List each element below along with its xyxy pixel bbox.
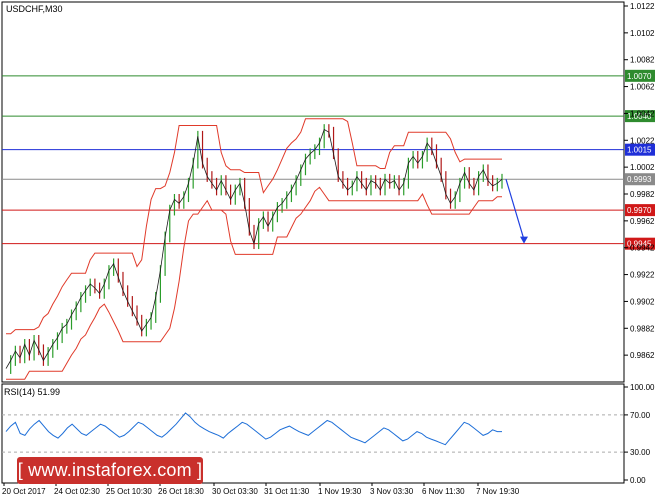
y-tick-label: 0.9982	[630, 190, 655, 199]
chart-title: USDCHF,M30	[6, 4, 63, 14]
rsi-title: RSI(14) 51.99	[4, 387, 60, 397]
x-tick-label: 31 Oct 11:30	[264, 487, 310, 496]
x-tick-label: 3 Nov 03:30	[370, 487, 414, 496]
chart-frame	[1, 1, 625, 484]
y-tick-label: 0.9902	[630, 297, 655, 306]
rsi-y-tick-label: 0.00	[630, 476, 646, 485]
x-tick-label: 30 Oct 03:30	[212, 487, 258, 496]
x-tick-label: 1 Nov 19:30	[318, 487, 362, 496]
y-tick-label: 0.9882	[630, 324, 655, 333]
y-tick-label: 1.0022	[630, 136, 655, 145]
level-label: 1.0070	[627, 72, 652, 81]
rsi-y-tick-label: 70.00	[630, 411, 651, 420]
y-tick-label: 1.0102	[630, 29, 655, 38]
x-axis: 20 Oct 2017 24 Oct 02:30 25 Oct 10:30 26 Oc…	[2, 483, 520, 496]
x-tick-label: 6 Nov 11:30	[422, 487, 465, 496]
y-tick-label: 0.9862	[630, 351, 655, 360]
x-tick-label: 26 Oct 18:30	[158, 487, 204, 496]
y-tick-label: 1.0062	[630, 83, 655, 92]
watermark: [ www.instaforex.com ]	[17, 457, 203, 484]
x-tick-label: 25 Oct 10:30	[106, 487, 152, 496]
rsi-y-tick-label: 30.00	[630, 448, 651, 457]
main-frame	[1, 1, 625, 383]
y-tick-label: 1.0082	[630, 56, 655, 65]
y-tick-label: 0.9922	[630, 271, 655, 280]
y-tick-label: 1.0002	[630, 163, 655, 172]
y-tick-label: 0.9962	[630, 217, 655, 226]
level-label: 0.9970	[627, 206, 652, 215]
level-label: 0.9993	[627, 175, 652, 184]
x-tick-label: 24 Oct 02:30	[54, 487, 100, 496]
rsi-y-tick-label: 100.00	[630, 383, 655, 392]
level-label: 1.0015	[627, 146, 652, 155]
y-tick-label: 1.0042	[630, 109, 655, 118]
x-tick-label: 7 Nov 19:30	[476, 487, 520, 496]
price-chart: 1.00701.00401.00150.99930.99700.9945 1.0…	[1, 1, 655, 496]
x-tick-label: 20 Oct 2017	[2, 487, 46, 496]
y-tick-label: 1.0122	[630, 2, 655, 11]
y-tick-label: 0.9942	[630, 244, 655, 253]
